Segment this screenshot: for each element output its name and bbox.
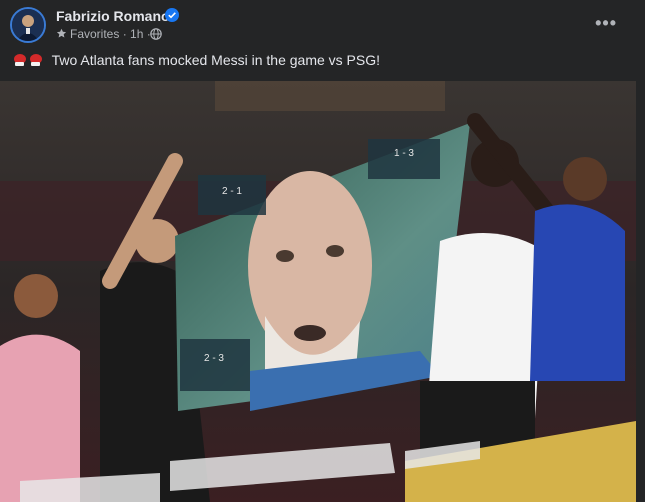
globe-icon [150,28,162,40]
author-avatar[interactable] [10,7,46,43]
favorites-icon [56,28,67,38]
fan-blue-shirt [530,204,625,381]
score-top-text: 1 - 3 [394,148,414,159]
audience-label[interactable]: Favorites [70,27,119,41]
boxing-gloves-icon [14,54,42,66]
score-box-top [368,139,440,179]
post-caption: Two Atlanta fans mocked Messi in the gam… [12,52,380,68]
avatar-image [12,9,44,41]
verified-badge-icon [165,8,179,22]
fan-pink-head [14,274,58,318]
post-header: Fabrizio Romano Favorites · 1h · ••• [0,0,645,50]
post-meta: Favorites · 1h · [70,27,151,41]
scrollbar[interactable] [636,0,645,502]
fan-pink-shirt [0,334,80,502]
score-bottom-text: 2 - 3 [204,353,224,364]
meta-separator: · [122,27,127,41]
stadium-roof [215,81,445,111]
score-box-bottom [180,339,250,391]
fan-blue-head [563,157,607,201]
post-photo[interactable]: 2 - 1 1 - 3 2 - 3 [0,81,636,502]
photo-scene: 2 - 1 1 - 3 2 - 3 [0,81,636,502]
more-options-button[interactable]: ••• [595,14,617,32]
author-name[interactable]: Fabrizio Romano [56,8,170,24]
caption-text: Two Atlanta fans mocked Messi in the gam… [51,52,381,68]
score-left-text: 2 - 1 [222,186,242,197]
post-time[interactable]: 1h [130,27,143,41]
